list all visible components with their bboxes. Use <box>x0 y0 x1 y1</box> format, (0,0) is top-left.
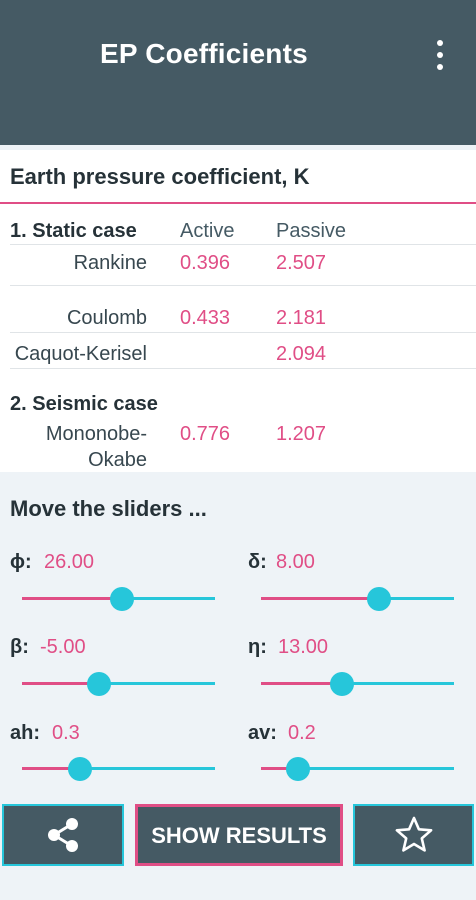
rankine-active-value: 0.396 <box>180 252 231 274</box>
delta-slider-thumb[interactable] <box>367 587 391 611</box>
ah-slider-thumb[interactable] <box>68 757 92 781</box>
share-icon <box>48 818 78 852</box>
more-vert-icon[interactable] <box>426 38 454 72</box>
phi-slider-thumb[interactable] <box>110 587 134 611</box>
phi-slider[interactable] <box>22 587 215 611</box>
phi-label: ϕ: <box>10 551 32 573</box>
mononobe-okabe-passive-value: 1.207 <box>276 423 327 445</box>
eta-value: 13.00 <box>278 636 329 658</box>
title-divider <box>0 202 476 204</box>
delta-slider[interactable] <box>261 587 454 611</box>
show-results-button[interactable]: SHOW RESULTS <box>135 804 343 866</box>
beta-slider-thumb[interactable] <box>87 672 111 696</box>
sliders-title: Move the sliders ... <box>10 496 207 521</box>
eta-slider[interactable] <box>261 672 454 696</box>
coulomb-label: Coulomb <box>66 307 147 329</box>
rankine-label: Rankine <box>73 252 147 274</box>
results-panel: Earth pressure coefficient, K 1. Static … <box>0 150 476 472</box>
app-title: EP Coefficients <box>100 38 308 69</box>
ah-slider[interactable] <box>22 757 215 781</box>
av-slider-thumb[interactable] <box>286 757 310 781</box>
phi-value: 26.00 <box>44 551 95 573</box>
column-active-header: Active <box>180 220 235 242</box>
coulomb-active-value: 0.433 <box>180 307 231 329</box>
row-divider <box>10 244 476 245</box>
column-passive-header: Passive <box>276 220 347 242</box>
star-outline-icon <box>395 816 433 852</box>
av-label: av: <box>248 722 277 744</box>
av-slider[interactable] <box>261 757 454 781</box>
row-divider <box>10 285 476 286</box>
caquot-kerisel-label: Caquot-Kerisel <box>14 343 147 365</box>
coulomb-passive-value: 2.181 <box>276 307 327 329</box>
app-bar: EP Coefficients <box>0 0 476 145</box>
mononobe-okabe-active-value: 0.776 <box>180 423 231 445</box>
caquot-kerisel-passive-value: 2.094 <box>276 343 327 365</box>
ah-value: 0.3 <box>52 722 80 744</box>
eta-slider-thumb[interactable] <box>330 672 354 696</box>
favorite-button[interactable] <box>353 804 474 866</box>
delta-value: 8.00 <box>276 551 315 573</box>
share-button[interactable] <box>2 804 124 866</box>
show-results-label: SHOW RESULTS <box>151 823 327 848</box>
row-divider <box>10 332 476 333</box>
delta-label: δ: <box>248 551 267 573</box>
av-value: 0.2 <box>288 722 316 744</box>
mononobe-okabe-label-line1: Mononobe- <box>45 423 147 445</box>
seismic-case-header: 2. Seismic case <box>10 393 158 415</box>
row-divider <box>10 368 476 369</box>
rankine-passive-value: 2.507 <box>276 252 327 274</box>
results-title: Earth pressure coefficient, K <box>10 164 310 189</box>
mononobe-okabe-label-line2: Okabe <box>88 449 147 471</box>
static-case-header: 1. Static case <box>10 220 137 242</box>
beta-label: β: <box>10 636 29 658</box>
beta-value: -5.00 <box>40 636 86 658</box>
beta-slider[interactable] <box>22 672 215 696</box>
ah-label: ah: <box>10 722 40 744</box>
eta-label: η: <box>248 636 267 658</box>
